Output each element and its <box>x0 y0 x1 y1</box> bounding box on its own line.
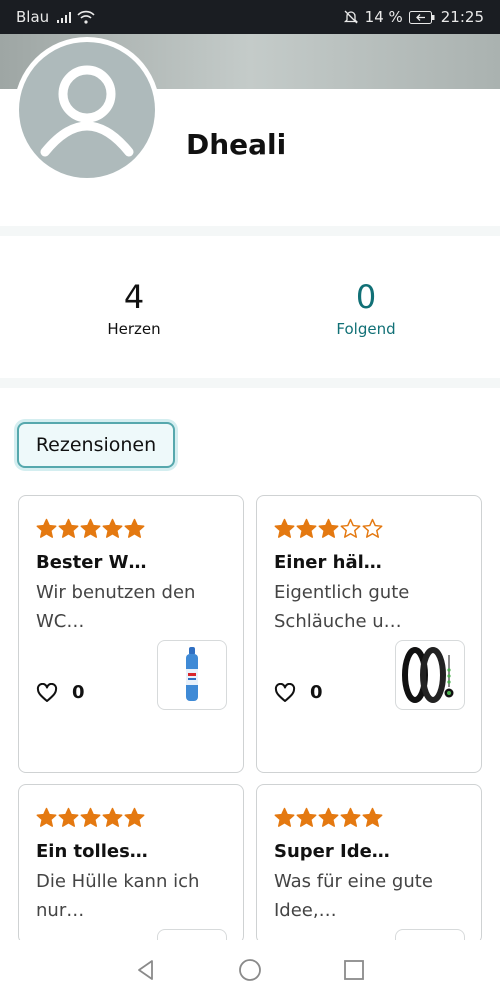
heart-count: 0 <box>72 682 85 703</box>
hearts-count: 4 <box>123 278 145 316</box>
star-filled-icon <box>36 518 57 538</box>
review-body: Wir benutzen den WC… <box>36 582 196 632</box>
star-filled-icon <box>36 807 57 827</box>
star-filled-icon <box>102 807 123 827</box>
carrier-name: Blau <box>16 8 50 26</box>
review-card[interactable]: Einer häl… Eigentlich gute Schläuche u… … <box>256 495 482 773</box>
avatar[interactable] <box>14 37 160 183</box>
star-rating <box>274 807 383 828</box>
battery-icon <box>408 10 435 24</box>
star-filled-icon <box>124 518 145 538</box>
review-card[interactable]: Bester W… Wir benutzen den WC… 0 <box>18 495 244 773</box>
following-count[interactable]: 0 <box>286 278 446 316</box>
star-empty-icon <box>340 518 361 538</box>
section-divider <box>0 226 500 236</box>
star-filled-icon <box>274 518 295 538</box>
star-rating <box>274 518 383 539</box>
battery-percent: 14 % <box>364 8 403 26</box>
cleaner-bottle-image <box>186 647 198 701</box>
star-filled-icon <box>340 807 361 827</box>
product-thumbnail[interactable] <box>157 640 227 710</box>
review-title: Super Ide… <box>274 841 390 862</box>
wifi-icon <box>77 10 95 24</box>
star-rating <box>36 518 145 539</box>
review-card[interactable]: Ein tolles… Die Hülle kann ich nur… <box>18 784 244 944</box>
section-divider <box>0 378 500 388</box>
product-thumbnail[interactable] <box>395 640 465 710</box>
back-icon[interactable] <box>134 958 158 982</box>
mute-icon <box>343 10 358 24</box>
star-filled-icon <box>80 518 101 538</box>
star-filled-icon <box>296 518 317 538</box>
heart-count: 0 <box>310 682 323 703</box>
star-filled-icon <box>296 807 317 827</box>
star-empty-icon <box>362 518 383 538</box>
tab-reviews[interactable]: Rezensionen <box>17 422 175 468</box>
review-body: Was für eine gute Idee,… <box>274 871 433 921</box>
star-filled-icon <box>58 518 79 538</box>
home-icon[interactable] <box>238 958 262 982</box>
star-filled-icon <box>102 518 123 538</box>
profile-username: Dheali <box>186 128 287 161</box>
heart-icon[interactable] <box>274 682 296 703</box>
review-title: Einer häl… <box>274 552 382 573</box>
star-filled-icon <box>274 807 295 827</box>
heart-icon[interactable] <box>36 682 58 703</box>
user-icon <box>40 65 134 157</box>
review-title: Ein tolles… <box>36 841 148 862</box>
star-filled-icon <box>58 807 79 827</box>
review-title: Bester W… <box>36 552 147 573</box>
following-label[interactable]: Folgend <box>286 320 446 338</box>
following-stat[interactable]: 0 Folgend <box>286 278 446 338</box>
review-body: Die Hülle kann ich nur… <box>36 871 200 921</box>
review-likes: 0 <box>36 682 85 703</box>
clock: 21:25 <box>440 8 484 26</box>
star-filled-icon <box>124 807 145 827</box>
system-nav-bar <box>0 940 500 1000</box>
star-filled-icon <box>80 807 101 827</box>
star-filled-icon <box>362 807 383 827</box>
hearts-label: Herzen <box>107 320 161 338</box>
star-filled-icon <box>318 518 339 538</box>
recents-icon[interactable] <box>342 958 366 982</box>
star-filled-icon <box>318 807 339 827</box>
profile-stats: 4 Herzen 0 Folgend <box>0 236 500 378</box>
signal-icon <box>57 11 72 23</box>
star-rating <box>36 807 145 828</box>
status-bar: Blau 14 % 21:25 <box>0 0 500 34</box>
hearts-stat: 4 Herzen <box>54 278 214 338</box>
review-body: Eigentlich gute Schläuche u… <box>274 582 410 632</box>
review-card[interactable]: Super Ide… Was für eine gute Idee,… <box>256 784 482 944</box>
bike-tube-image <box>402 647 454 703</box>
review-likes: 0 <box>274 682 323 703</box>
